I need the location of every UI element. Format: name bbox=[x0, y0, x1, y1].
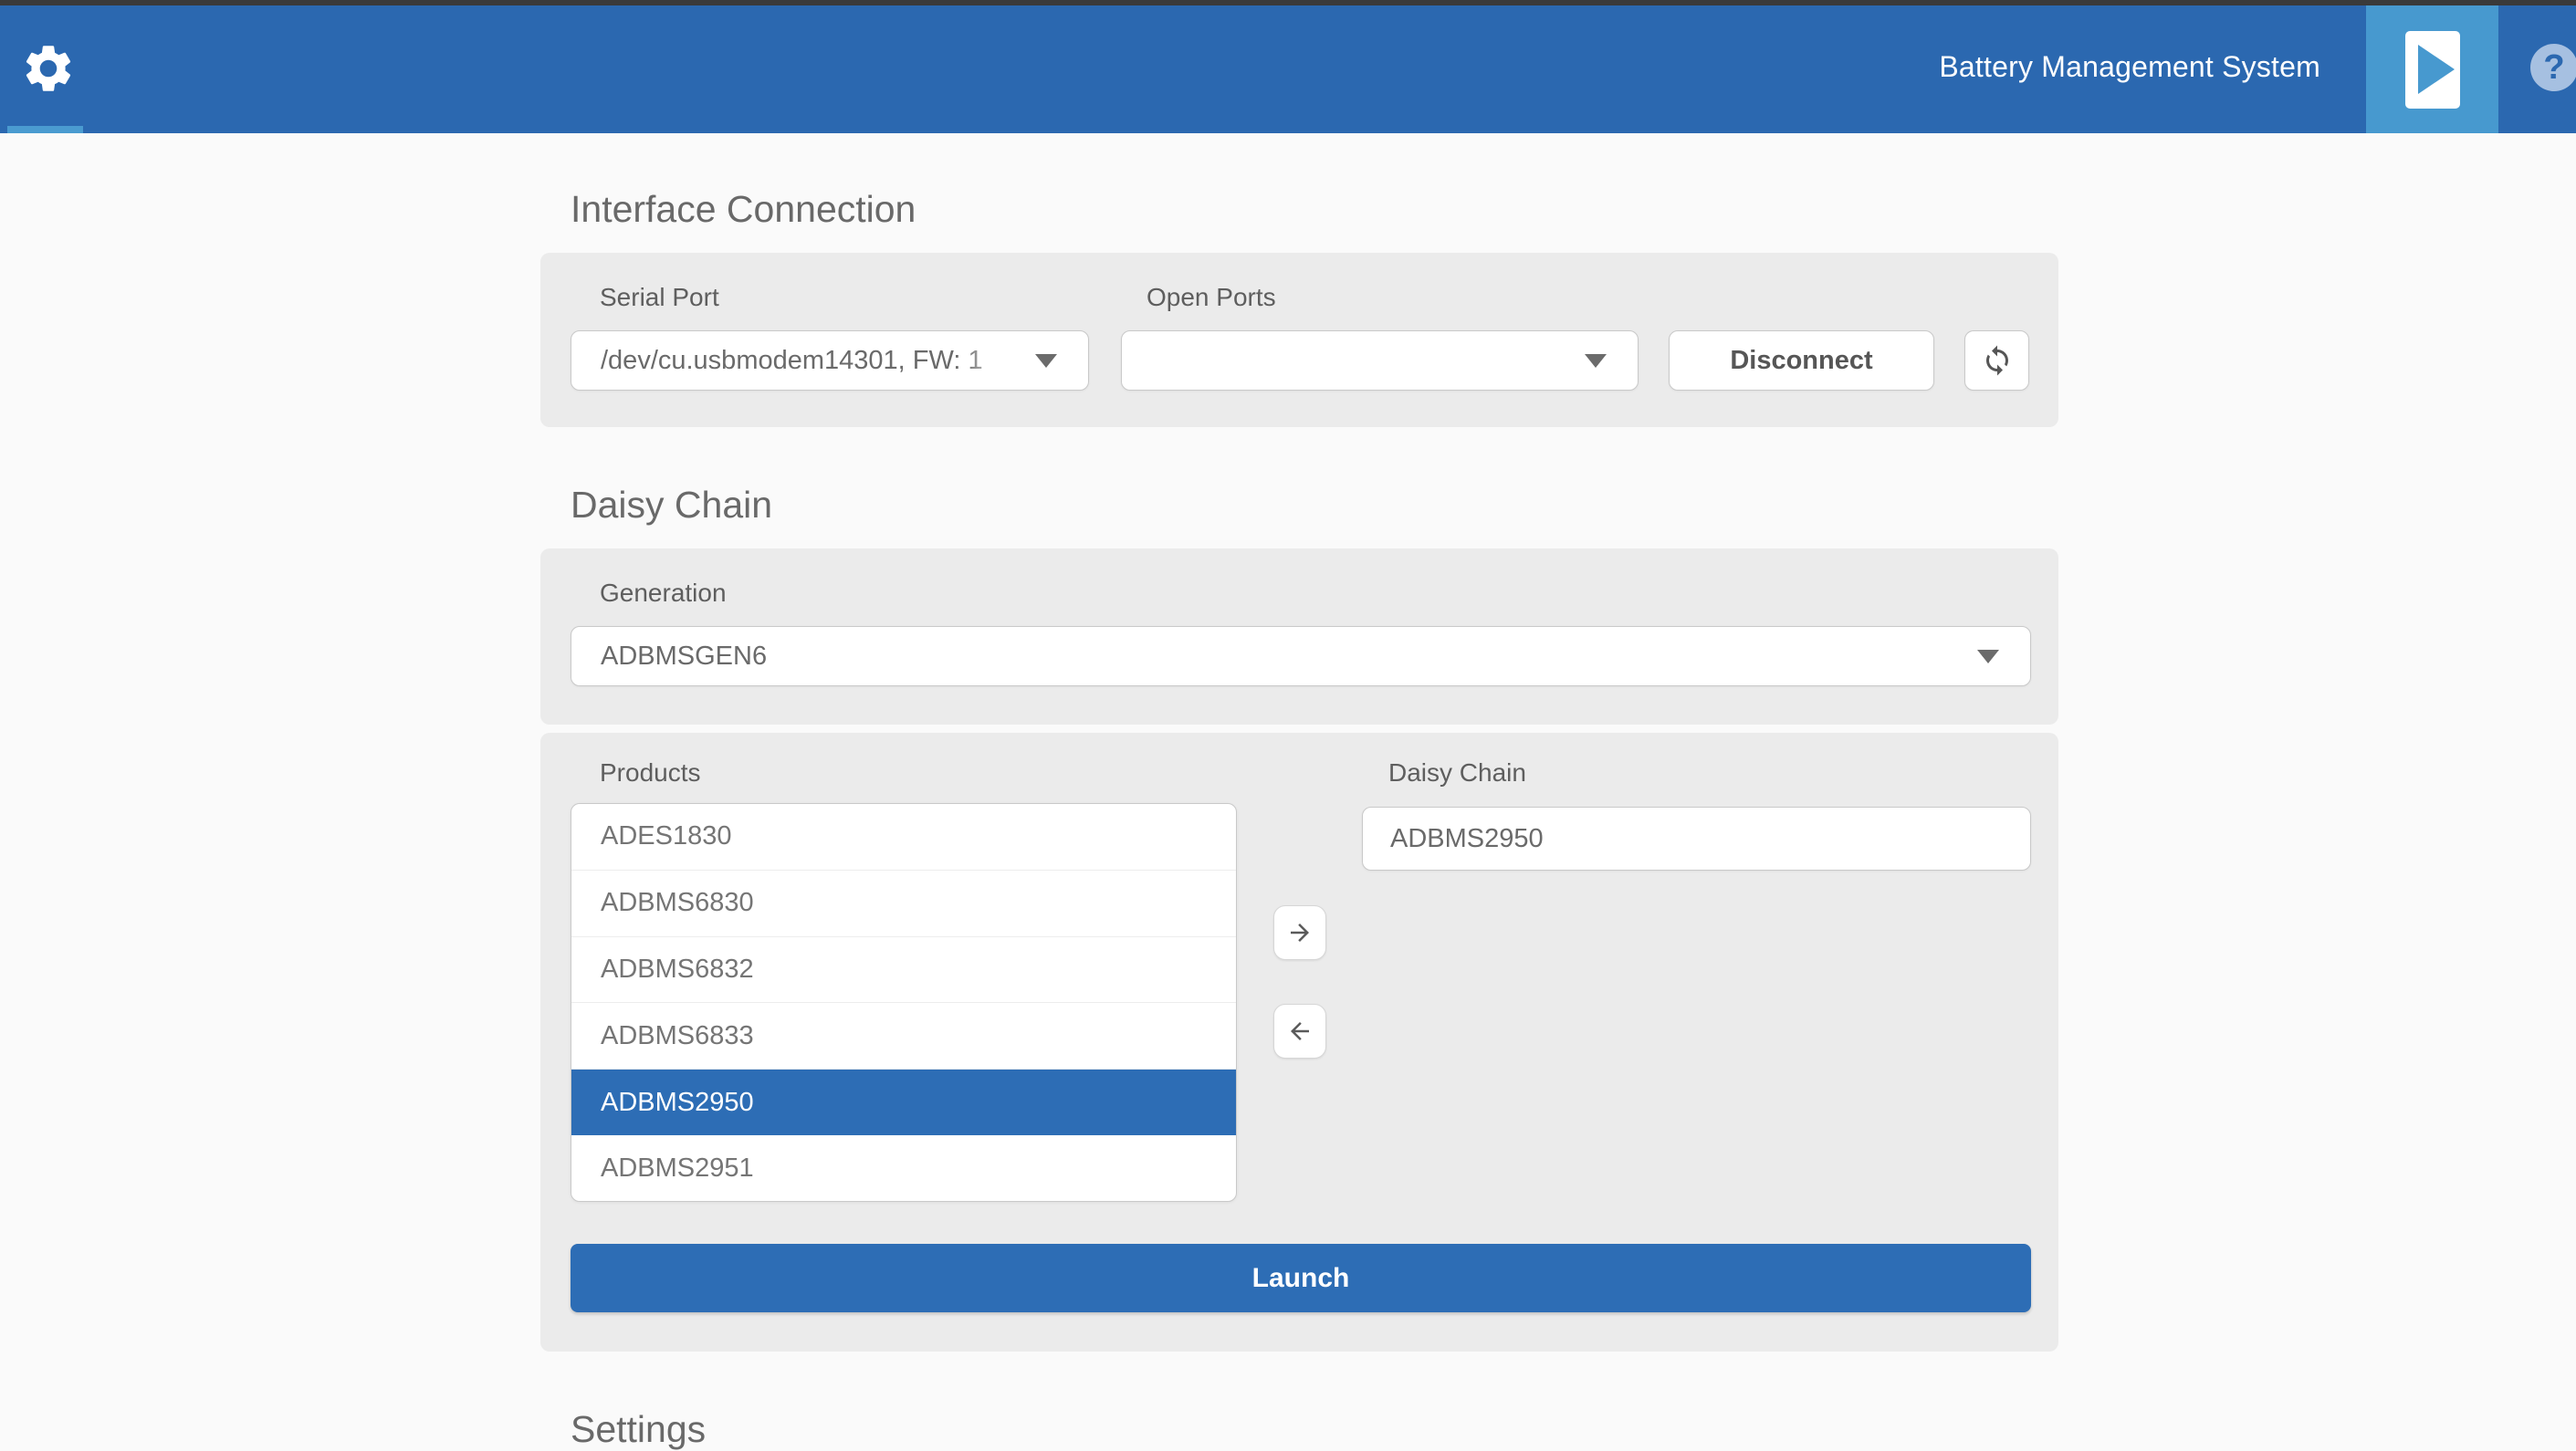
move-right-button[interactable] bbox=[1273, 905, 1326, 960]
daisy-chain-list-item[interactable]: ADBMS2950 bbox=[1363, 808, 2030, 870]
disconnect-button[interactable]: Disconnect bbox=[1669, 330, 1934, 391]
window-top-strip bbox=[0, 0, 2576, 5]
product-list-item[interactable]: ADBMS6833 bbox=[571, 1003, 1236, 1070]
products-label: Products bbox=[600, 758, 701, 788]
app-header: Battery Management System ? bbox=[0, 0, 2576, 133]
question-circle-icon[interactable]: ? bbox=[2530, 44, 2576, 91]
product-list-item[interactable]: ADBMS6832 bbox=[571, 937, 1236, 1004]
launch-button-label: Launch bbox=[1252, 1263, 1350, 1294]
settings-heading: Settings bbox=[571, 1408, 706, 1451]
generation-label: Generation bbox=[600, 579, 727, 608]
serial-port-label: Serial Port bbox=[600, 283, 719, 312]
product-list-item[interactable]: ADBMS2950 bbox=[571, 1070, 1236, 1135]
daisy-chain-list-label: Daisy Chain bbox=[1388, 758, 1526, 788]
refresh-icon bbox=[1981, 344, 2014, 377]
play-icon bbox=[2405, 31, 2460, 109]
arrow-right-icon bbox=[1286, 919, 1314, 946]
app-title: Battery Management System bbox=[1939, 0, 2320, 133]
refresh-button[interactable] bbox=[1964, 330, 2029, 391]
disconnect-button-label: Disconnect bbox=[1730, 346, 1872, 376]
serial-port-value: /dev/cu.usbmodem14301, FW: 1 bbox=[571, 346, 983, 376]
product-list-item[interactable]: ADBMS6830 bbox=[571, 871, 1236, 937]
launch-button[interactable]: Launch bbox=[571, 1244, 2031, 1312]
move-left-button[interactable] bbox=[1273, 1004, 1326, 1059]
open-ports-label: Open Ports bbox=[1147, 283, 1276, 312]
serial-port-select[interactable]: /dev/cu.usbmodem14301, FW: 1 bbox=[571, 330, 1089, 391]
settings-gear-icon[interactable] bbox=[20, 40, 77, 97]
play-button[interactable] bbox=[2366, 5, 2498, 133]
text-fade-overlay bbox=[962, 333, 1035, 388]
generation-value: ADBMSGEN6 bbox=[571, 642, 767, 672]
interface-connection-heading: Interface Connection bbox=[571, 188, 916, 231]
products-listbox: ADES1830 ADBMS6830 ADBMS6832 ADBMS6833 A… bbox=[571, 803, 1237, 1202]
daisy-chain-listbox: ADBMS2950 bbox=[1362, 807, 2031, 871]
generation-select[interactable]: ADBMSGEN6 bbox=[571, 626, 2031, 686]
chevron-down-icon bbox=[1035, 354, 1057, 368]
active-tab-indicator bbox=[7, 126, 83, 133]
chevron-down-icon bbox=[1977, 650, 1999, 663]
product-list-item[interactable]: ADES1830 bbox=[571, 804, 1236, 871]
product-list-item[interactable]: ADBMS2951 bbox=[571, 1135, 1236, 1201]
chevron-down-icon bbox=[1585, 354, 1607, 368]
daisy-chain-heading: Daisy Chain bbox=[571, 484, 772, 527]
open-ports-select[interactable] bbox=[1121, 330, 1639, 391]
arrow-left-icon bbox=[1286, 1018, 1314, 1045]
